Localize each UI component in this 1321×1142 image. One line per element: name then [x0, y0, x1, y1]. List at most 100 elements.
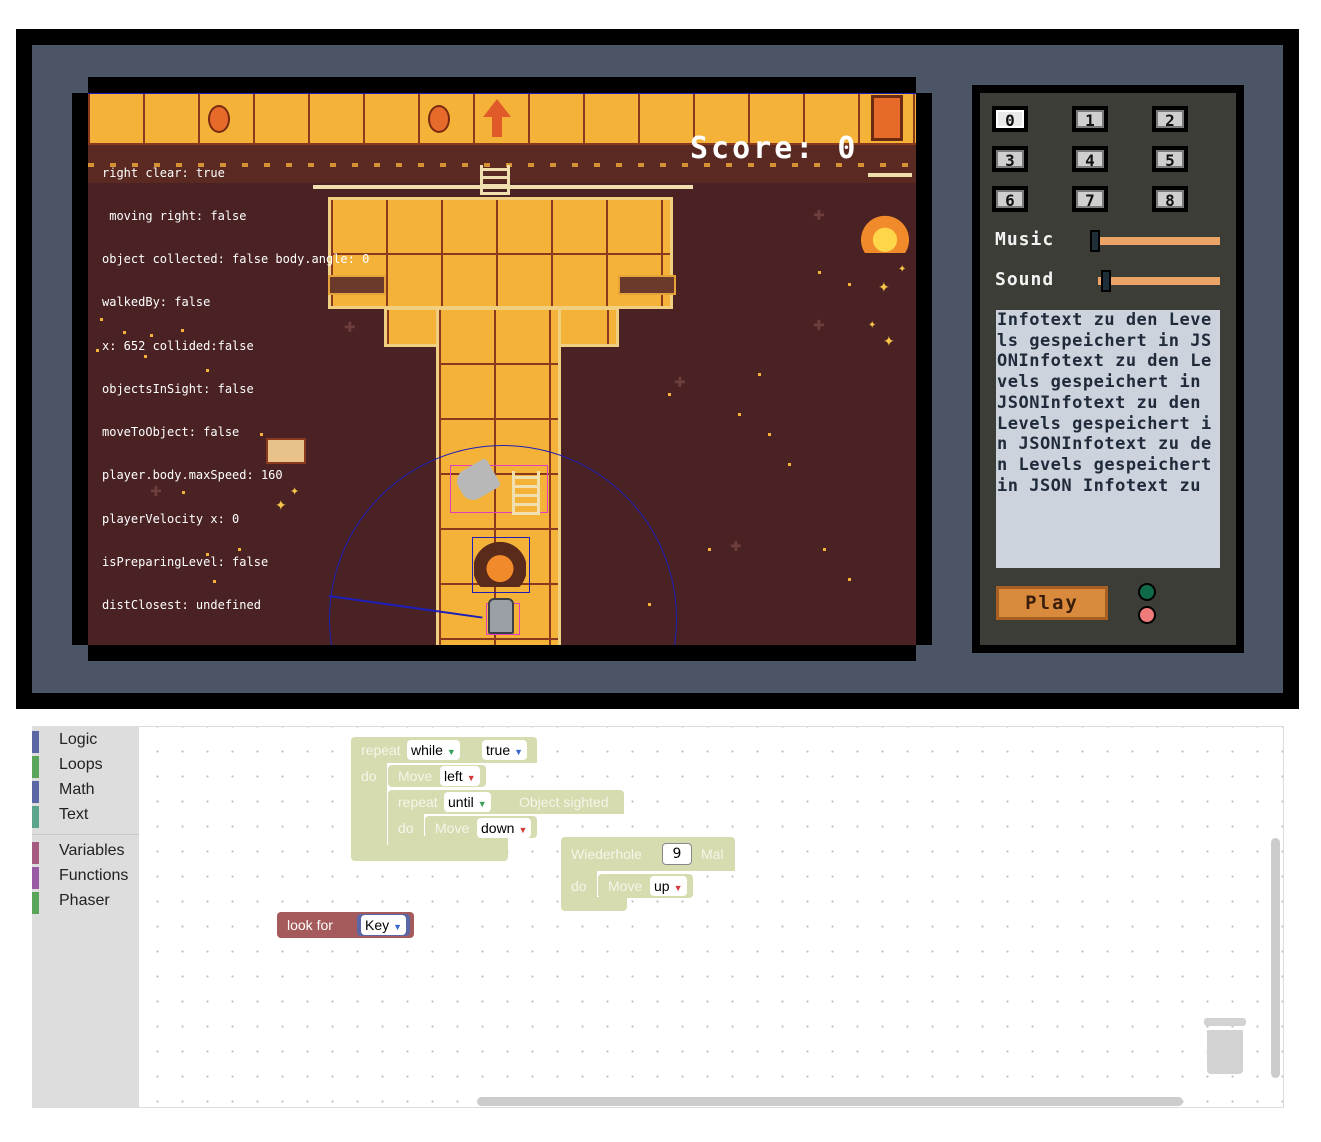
move-direction-dropdown[interactable]: left ▼: [440, 766, 480, 786]
dropdown-value: Key: [365, 917, 390, 933]
door-icon: [871, 95, 903, 141]
debug-line: walkedBy: false: [102, 295, 211, 310]
true-dropdown[interactable]: true ▼: [482, 740, 528, 760]
sound-slider-knob[interactable]: [1101, 270, 1111, 292]
info-text-box[interactable]: Infotext zu den Levels gespeichert in JS…: [996, 310, 1220, 568]
game-canvas-edge-left: [72, 93, 88, 645]
debug-line: object collected: false body.angle: 0: [102, 252, 370, 267]
level-button-6[interactable]: 6: [992, 186, 1028, 212]
category-label: Text: [59, 806, 89, 823]
debris-dot: [788, 463, 791, 466]
repeat-until-block-bottom[interactable]: [388, 836, 508, 850]
block-label: do: [571, 878, 587, 894]
dropdown-arrow-icon: ▼: [477, 799, 487, 809]
block-label: look for: [287, 917, 333, 933]
ladder-icon: [480, 165, 510, 195]
music-label: Music: [995, 229, 1055, 250]
repeat-times-block-bottom[interactable]: [561, 897, 627, 911]
lamp-icon: [428, 105, 450, 133]
debris-dot: [768, 433, 771, 436]
object-sighted-block[interactable]: Object sighted: [519, 794, 609, 810]
level-button-7[interactable]: 7: [1072, 186, 1108, 212]
status-led-red: [1138, 606, 1156, 624]
lamp-icon: [208, 105, 230, 133]
dropdown-arrow-icon: ▼: [673, 883, 683, 893]
debug-boundary-line: [88, 93, 916, 94]
music-slider-knob[interactable]: [1090, 230, 1100, 252]
blockly-workspace[interactable]: [32, 726, 1284, 1108]
level-button-8[interactable]: 8: [1152, 186, 1188, 212]
debug-line: moving right: false: [102, 209, 247, 224]
category-swatch: [32, 731, 39, 753]
category-label: Variables: [59, 842, 125, 859]
category-swatch: [32, 867, 39, 889]
dropdown-arrow-icon: ▼: [446, 747, 456, 757]
toolbox-category-logic[interactable]: Logic: [32, 729, 97, 753]
debris-dot: [96, 349, 99, 352]
toolbox-category-loops[interactable]: Loops: [32, 754, 103, 778]
info-text: Infotext zu den Levels gespeichert in JS…: [997, 310, 1212, 496]
dropdown-arrow-icon: ▼: [518, 825, 528, 835]
debris-dot: [823, 548, 826, 551]
level-button-3[interactable]: 3: [992, 146, 1028, 172]
game-canvas[interactable]: ✦ ✦ ✦ ✦ ✦ ✦ ✚ ✚ ✚ ✚ ✚ ✚ right clear: tru…: [88, 93, 916, 645]
dropdown-arrow-icon: ▼: [393, 922, 403, 932]
block-label: repeat: [361, 742, 401, 758]
category-swatch: [32, 756, 39, 778]
level-label: 5: [1156, 150, 1184, 170]
level-button-0[interactable]: 0: [992, 106, 1028, 132]
debris-cross: ✚: [730, 539, 742, 555]
dropdown-value: until: [448, 794, 474, 810]
sparkle-icon: ✦: [878, 280, 890, 296]
toolbox-category-phaser[interactable]: Phaser: [32, 890, 110, 914]
level-label: 4: [1076, 150, 1104, 170]
trash-icon[interactable]: [1204, 1018, 1246, 1026]
block-label: Move: [608, 878, 643, 894]
sparkle-icon: ✦: [883, 334, 895, 350]
category-swatch: [32, 842, 39, 864]
level-button-4[interactable]: 4: [1072, 146, 1108, 172]
while-dropdown[interactable]: while ▼: [407, 740, 460, 760]
toolbox-separator: [32, 834, 139, 835]
fire-icon: [860, 209, 910, 253]
key-dropdown[interactable]: Key ▼: [361, 915, 407, 935]
music-slider[interactable]: [1092, 237, 1220, 245]
category-label: Functions: [59, 867, 129, 884]
toolbox-category-functions[interactable]: Functions: [32, 865, 129, 889]
trash-can-body[interactable]: [1207, 1030, 1243, 1074]
debug-line: moveToObject: false: [102, 425, 240, 440]
level-label: 6: [996, 190, 1024, 210]
category-label: Phaser: [59, 892, 110, 909]
debris-dot: [758, 373, 761, 376]
level-button-5[interactable]: 5: [1152, 146, 1188, 172]
sound-label: Sound: [995, 269, 1055, 290]
play-button[interactable]: Play: [996, 586, 1108, 620]
until-dropdown[interactable]: until ▼: [444, 792, 491, 812]
workspace-vertical-scrollbar[interactable]: [1271, 838, 1280, 1078]
debris-cross: ✚: [674, 375, 686, 391]
toolbox-category-math[interactable]: Math: [32, 779, 95, 803]
toolbox-category-text[interactable]: Text: [32, 804, 89, 828]
category-swatch: [32, 781, 39, 803]
level-button-1[interactable]: 1: [1072, 106, 1108, 132]
level-button-2[interactable]: 2: [1152, 106, 1188, 132]
status-led-green: [1138, 583, 1156, 601]
workspace-horizontal-scrollbar[interactable]: [477, 1097, 1183, 1106]
sound-slider[interactable]: [1098, 277, 1220, 285]
sparkle-icon: ✦: [898, 264, 907, 275]
dropdown-value: up: [654, 878, 670, 894]
level-label: 2: [1156, 110, 1184, 130]
up-arrow-stem: [492, 117, 502, 137]
level-label: 1: [1076, 110, 1104, 130]
move-direction-dropdown[interactable]: down ▼: [477, 818, 532, 838]
dropdown-arrow-icon: ▼: [514, 747, 524, 757]
dropdown-value: left: [444, 768, 463, 784]
dropdown-value: while: [411, 742, 443, 758]
repeat-count-field[interactable]: 9: [662, 843, 692, 865]
toolbox-category-variables[interactable]: Variables: [32, 840, 125, 864]
debris-cross: ✚: [813, 208, 825, 224]
level-label: 0: [996, 110, 1024, 130]
debris-dot: [818, 271, 821, 274]
category-label: Loops: [59, 756, 103, 773]
move-direction-dropdown[interactable]: up ▼: [650, 876, 687, 896]
